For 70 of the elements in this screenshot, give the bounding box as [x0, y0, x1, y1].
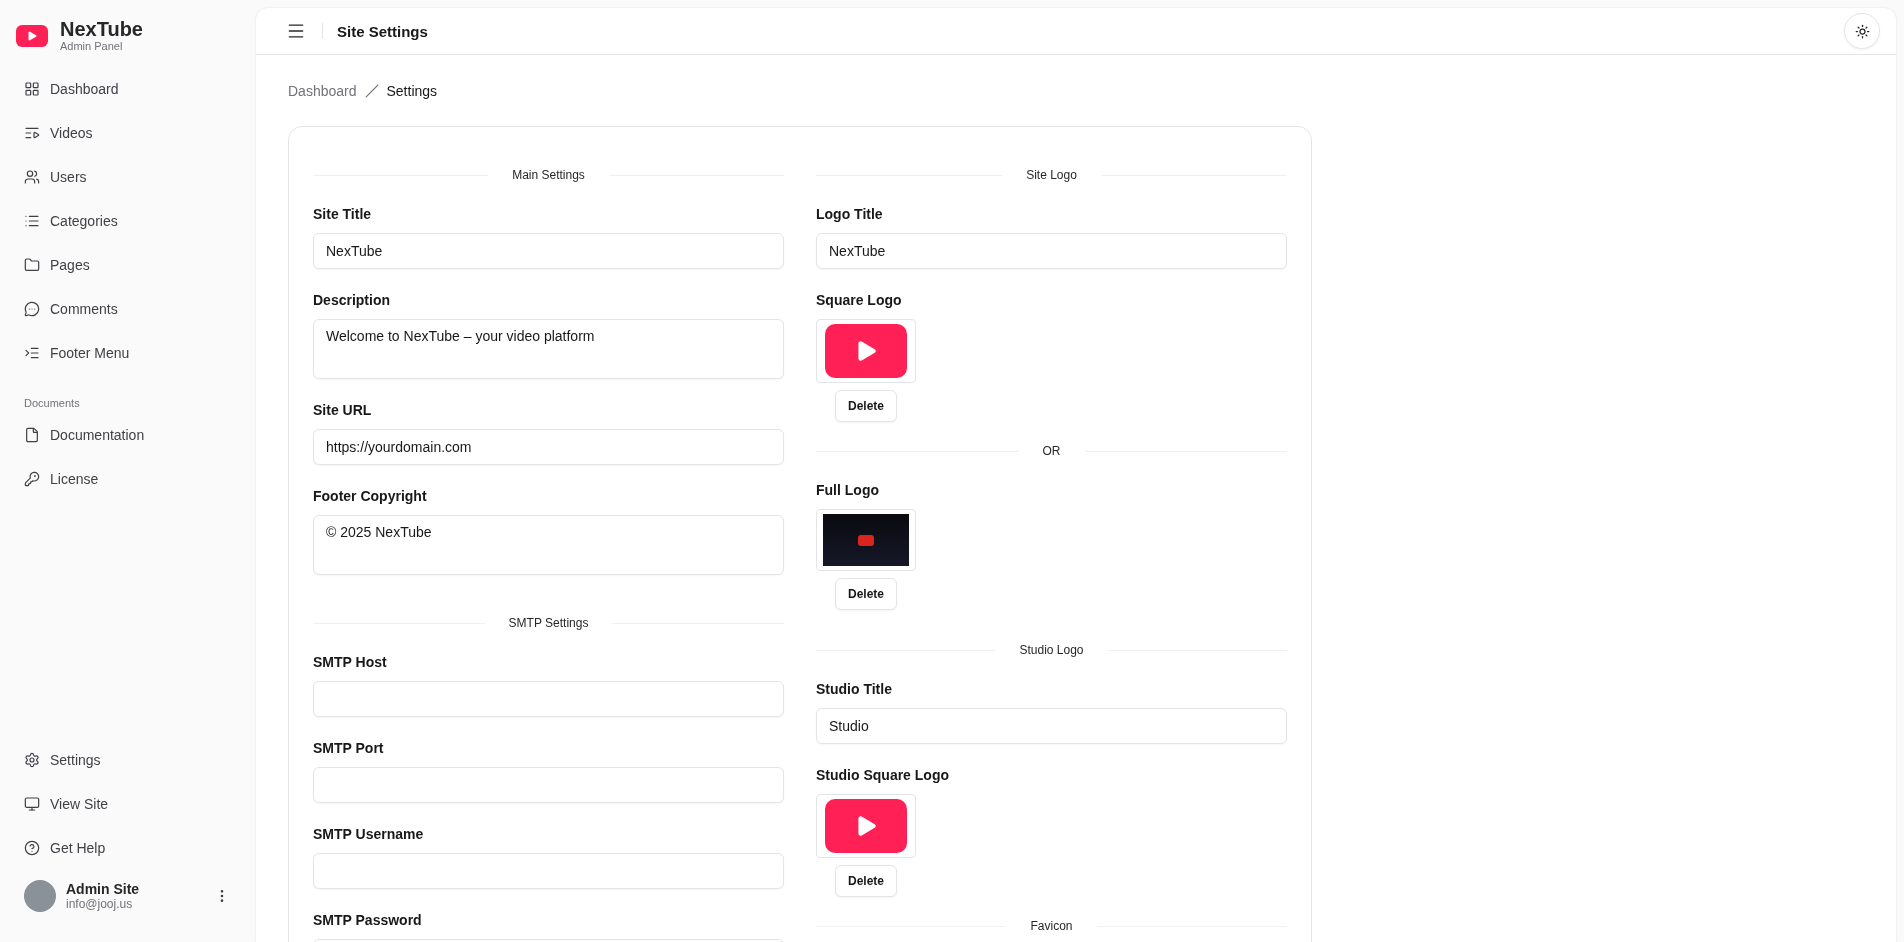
breadcrumb-link[interactable]: Settings	[386, 83, 438, 99]
section-heading: Documents	[23, 396, 81, 411]
sidebar-item[interactable]: Comments	[16, 287, 240, 331]
sidebar-item[interactable]: Dashboard	[16, 67, 240, 111]
field-label: SMTP Password	[313, 911, 423, 929]
section-title: Main Settings	[512, 168, 585, 182]
theme-toggle-button[interactable]	[1844, 13, 1880, 49]
field-label: SMTP Host	[313, 653, 388, 671]
text-input[interactable]	[313, 681, 784, 717]
list-icon	[24, 213, 40, 229]
sidebar-item[interactable]: Settings	[16, 738, 240, 782]
field-label: Description	[313, 291, 391, 309]
textarea-field[interactable]: © 2025 NexTube	[313, 515, 784, 575]
text-input[interactable]: Studio	[816, 708, 1287, 744]
file-icon	[24, 427, 40, 443]
text-input[interactable]: https://yourdomain.com	[313, 429, 784, 465]
sidebar-item[interactable]: Documentation	[16, 413, 240, 457]
video-list-icon	[24, 125, 40, 141]
brand-subtitle: Admin Panel	[60, 40, 124, 53]
section-title: SMTP Settings	[508, 616, 589, 630]
section-title: Site Logo	[1026, 168, 1077, 182]
sidebar-item[interactable]: Categories	[16, 199, 240, 243]
play-logo-icon	[825, 324, 907, 378]
field-label: Square Logo	[816, 291, 903, 309]
sidebar-item[interactable]: License	[16, 457, 240, 501]
sidebar-item[interactable]: Pages	[16, 243, 240, 287]
field-label: SMTP Username	[313, 825, 425, 843]
grid-icon	[24, 81, 40, 97]
text-input[interactable]: NexTube	[816, 233, 1287, 269]
key-icon	[24, 471, 40, 487]
field-label: Studio Title	[816, 680, 893, 698]
slash-icon	[364, 84, 379, 98]
field-label: Site Title	[313, 205, 373, 223]
indent-list-icon	[24, 345, 40, 361]
text-input[interactable]: NexTube	[313, 233, 784, 269]
field-label: SMTP Port	[313, 739, 385, 757]
field-label: Logo Title	[816, 205, 884, 223]
section-title: Studio Logo	[1019, 643, 1084, 657]
section-title: OR	[1042, 444, 1061, 458]
help-icon	[24, 840, 40, 856]
sidebar-item[interactable]: View Site	[16, 782, 240, 826]
avatar	[24, 880, 56, 912]
text-input[interactable]	[313, 853, 784, 889]
play-logo-icon	[825, 799, 907, 853]
sidebar-item[interactable]: Videos	[16, 111, 240, 155]
field-label: Full Logo	[816, 481, 880, 499]
sidebar-item[interactable]: Footer Menu	[16, 331, 240, 375]
chat-icon	[24, 301, 40, 317]
field-label: Studio Square Logo	[816, 766, 950, 784]
page-title: Site Settings	[337, 22, 428, 40]
text-input[interactable]	[313, 767, 784, 803]
field-label: Site URL	[313, 401, 373, 419]
user-email: info@jooj.us	[66, 897, 134, 911]
user-name: Admin Site	[66, 881, 140, 897]
sun-icon	[1854, 23, 1870, 39]
textarea-field[interactable]: Welcome to NexTube – your video platform	[313, 319, 784, 379]
users-icon	[24, 169, 40, 185]
delete-button[interactable]: Delete	[835, 578, 897, 610]
delete-button[interactable]: Delete	[835, 390, 897, 422]
sidebar-item[interactable]: Users	[16, 155, 240, 199]
logo-icon	[16, 24, 48, 47]
field-label: Footer Copyright	[313, 487, 428, 505]
breadcrumb-link[interactable]: Dashboard	[288, 83, 357, 99]
settings-icon	[24, 752, 40, 768]
monitor-icon	[24, 796, 40, 812]
delete-button[interactable]: Delete	[835, 865, 897, 897]
folder-icon	[24, 257, 40, 273]
brand-name: NexTube	[60, 18, 143, 40]
section-title: Favicon	[1030, 919, 1073, 933]
sidebar-item[interactable]: Get Help	[16, 826, 240, 870]
